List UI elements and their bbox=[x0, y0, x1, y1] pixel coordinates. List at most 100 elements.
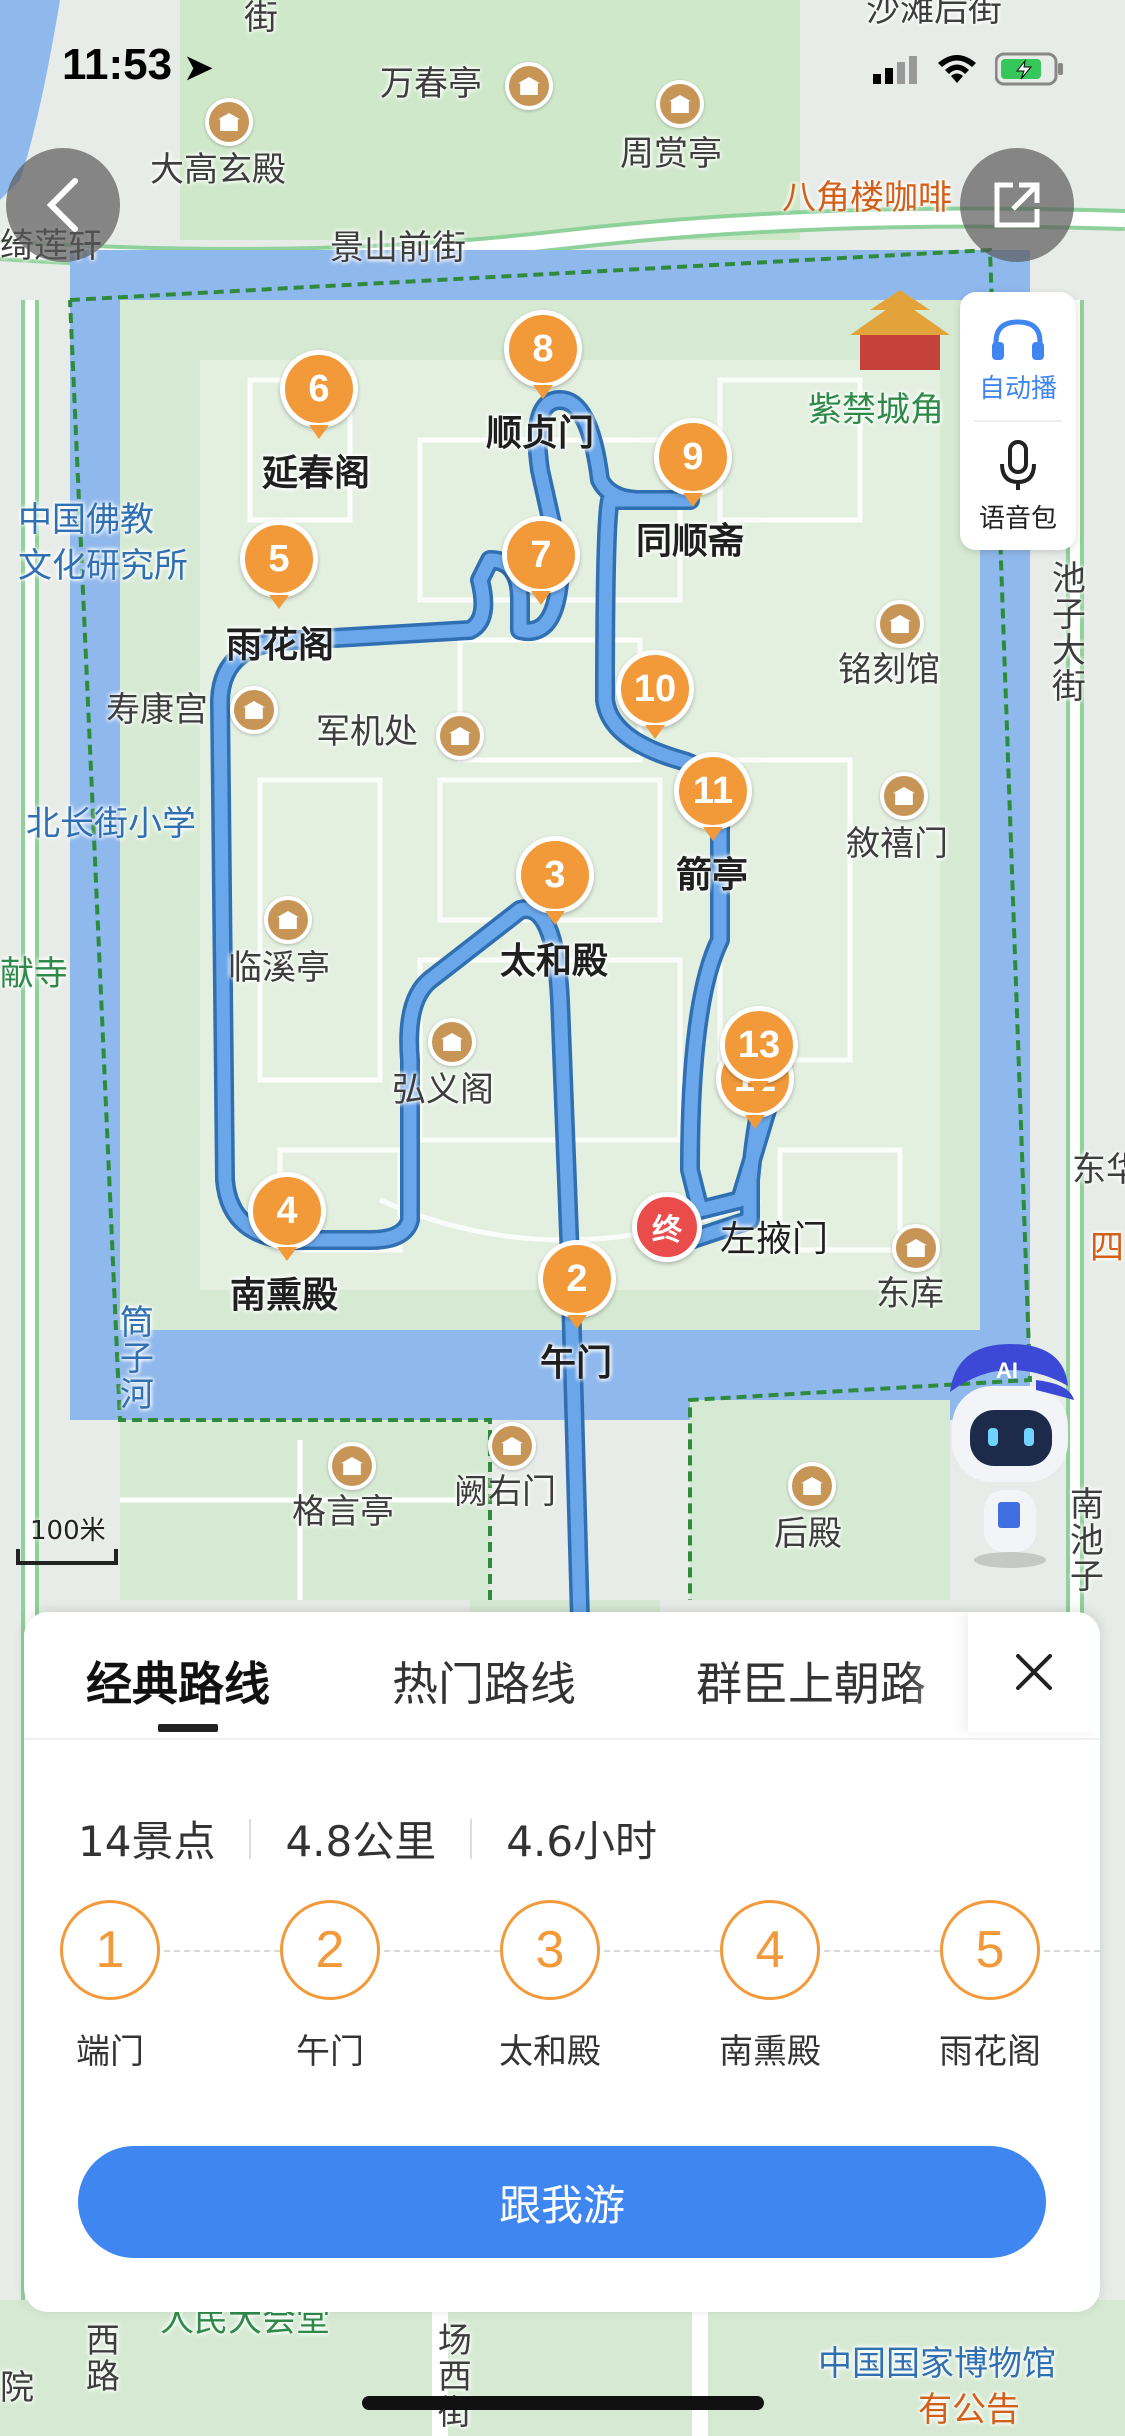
stop-label: 顺贞门 bbox=[486, 413, 595, 454]
stop-number: 5 bbox=[940, 1900, 1040, 2000]
divider bbox=[974, 420, 1062, 422]
route-sheet: 经典路线 热门路线 群臣上朝路 14景点 4.8公里 4.6小时 1 端门 2 … bbox=[24, 1612, 1100, 2312]
landmark-icon bbox=[428, 1018, 476, 1066]
route-end-marker[interactable]: 终 bbox=[632, 1192, 702, 1262]
landmark-icon bbox=[876, 600, 924, 648]
route-stats: 14景点 4.8公里 4.6小时 bbox=[78, 1808, 657, 1869]
map-label: 北长街小学 bbox=[26, 804, 196, 844]
stop-name: 雨花阁 bbox=[939, 2032, 1041, 2072]
clock: 11:53 bbox=[62, 40, 173, 89]
divider bbox=[470, 1818, 473, 1859]
stop-number: 3 bbox=[500, 1900, 600, 2000]
stop-number: 2 bbox=[280, 1900, 380, 2000]
map-label: 有公告 bbox=[918, 2390, 1020, 2430]
map-label: 敘禧门 bbox=[846, 824, 948, 864]
tab-popular-route[interactable]: 热门路线 bbox=[392, 1648, 576, 1714]
map-label: 周赏亭 bbox=[620, 134, 722, 174]
map-label: 紫禁城角 bbox=[808, 390, 944, 430]
stop-number: 4 bbox=[720, 1900, 820, 2000]
route-stop-item[interactable]: 1 端门 bbox=[40, 1900, 180, 2073]
share-button[interactable] bbox=[960, 148, 1074, 262]
landmark-icon bbox=[436, 712, 484, 760]
headphones-icon bbox=[992, 319, 1044, 360]
map-label: 四 bbox=[1090, 1228, 1124, 1268]
wifi-icon bbox=[938, 55, 976, 83]
route-stop-marker[interactable]: 8 bbox=[504, 310, 582, 388]
audio-guide-panel: 自动播 语音包 bbox=[960, 292, 1076, 550]
route-stop-item[interactable]: 3 太和殿 bbox=[480, 1900, 620, 2073]
route-stop-marker[interactable]: 11 bbox=[674, 752, 752, 830]
route-stop-marker[interactable]: 2 bbox=[538, 1240, 616, 1318]
battery-icon bbox=[995, 52, 1063, 86]
route-stop-marker[interactable]: 9 bbox=[654, 418, 732, 496]
back-button[interactable] bbox=[6, 148, 120, 262]
share-icon bbox=[994, 182, 1040, 228]
map-label: 寿康宫 bbox=[106, 690, 208, 730]
stop-label: 雨花阁 bbox=[226, 625, 335, 666]
map-label: 中国佛教 bbox=[18, 500, 154, 540]
voice-pack-button[interactable]: 语音包 bbox=[960, 440, 1076, 535]
status-bar: 11:53 ➤ bbox=[0, 0, 1125, 132]
route-stop-marker[interactable]: 6 bbox=[280, 350, 358, 428]
route-stop-marker[interactable]: 13 bbox=[720, 1006, 798, 1084]
stop-label: 箭亭 bbox=[676, 855, 749, 896]
close-button[interactable] bbox=[968, 1612, 1100, 1732]
route-distance: 4.8公里 bbox=[285, 1817, 437, 1866]
voice-pack-label: 语音包 bbox=[978, 504, 1057, 534]
map-label: 铭刻馆 bbox=[838, 650, 940, 690]
map-label: 大高玄殿 bbox=[150, 150, 286, 190]
landmark-icon bbox=[488, 1422, 536, 1470]
microphone-icon bbox=[1000, 440, 1036, 490]
cellular-signal-icon bbox=[873, 56, 917, 84]
map-label: 弘义阁 bbox=[392, 1070, 494, 1110]
route-stop-item[interactable]: 2 午门 bbox=[260, 1900, 400, 2073]
route-stop-marker[interactable]: 10 bbox=[616, 650, 694, 728]
stop-name: 南熏殿 bbox=[719, 2032, 821, 2072]
landmark-icon bbox=[880, 772, 928, 820]
map-label: 池子大街 bbox=[1045, 560, 1086, 704]
ai-assistant-button[interactable]: AI bbox=[940, 1340, 1080, 1570]
landmark-icon bbox=[264, 896, 312, 944]
divider bbox=[24, 1738, 1100, 1740]
robot-badge-text: AI bbox=[996, 1358, 1018, 1383]
route-stop-item[interactable]: 4 南熏殿 bbox=[700, 1900, 840, 2073]
stop-label: 南熏殿 bbox=[230, 1275, 339, 1316]
auto-play-label: 自动播 bbox=[978, 374, 1057, 404]
route-tabs: 经典路线 热门路线 群臣上朝路 bbox=[24, 1612, 1100, 1732]
auto-play-button[interactable]: 自动播 bbox=[960, 316, 1076, 405]
route-stop-marker[interactable]: 5 bbox=[240, 520, 318, 598]
landmark-icon bbox=[328, 1442, 376, 1490]
stop-name: 太和殿 bbox=[499, 2032, 601, 2072]
map-label: 院 bbox=[0, 2368, 34, 2408]
follow-me-tour-button[interactable]: 跟我游 bbox=[78, 2146, 1046, 2258]
stop-label: 延春阁 bbox=[262, 453, 371, 494]
robot-mascot-icon: AI bbox=[950, 1344, 1074, 1568]
divider bbox=[249, 1818, 252, 1859]
tab-classic-route[interactable]: 经典路线 bbox=[86, 1648, 270, 1714]
map-label: 格言亭 bbox=[292, 1492, 394, 1532]
map-label: 军机处 bbox=[316, 712, 418, 752]
route-stop-marker[interactable]: 4 bbox=[248, 1172, 326, 1250]
stop-label: 同顺斋 bbox=[636, 521, 745, 562]
route-stops-list[interactable]: 1 端门 2 午门 3 太和殿 4 南熏殿 5 雨花阁 bbox=[24, 1900, 1100, 2073]
landmark-icon bbox=[788, 1462, 836, 1510]
route-stop-marker[interactable]: 3 bbox=[516, 836, 594, 914]
map-label: 景山前街 bbox=[330, 228, 466, 268]
tab-court-route[interactable]: 群臣上朝路 bbox=[696, 1648, 926, 1714]
route-stop-marker[interactable]: 7 bbox=[502, 516, 580, 594]
stop-label: 太和殿 bbox=[500, 941, 609, 982]
stop-name: 午门 bbox=[296, 2032, 364, 2072]
scale-bar bbox=[16, 1549, 118, 1565]
stop-number: 1 bbox=[60, 1900, 160, 2000]
chevron-left-icon bbox=[46, 178, 78, 232]
landmark-icon bbox=[892, 1224, 940, 1272]
close-icon bbox=[1016, 1654, 1052, 1690]
route-stop-item[interactable]: 5 雨花阁 bbox=[920, 1900, 1060, 2073]
map-label: 阙右门 bbox=[454, 1472, 556, 1512]
route-duration: 4.6小时 bbox=[506, 1817, 658, 1866]
location-arrow-icon: ➤ bbox=[184, 49, 213, 87]
stop-label: 午门 bbox=[540, 1343, 613, 1384]
scale-label: 100米 bbox=[30, 1516, 106, 1546]
home-indicator bbox=[362, 2396, 764, 2410]
landmark-icon bbox=[230, 686, 278, 734]
